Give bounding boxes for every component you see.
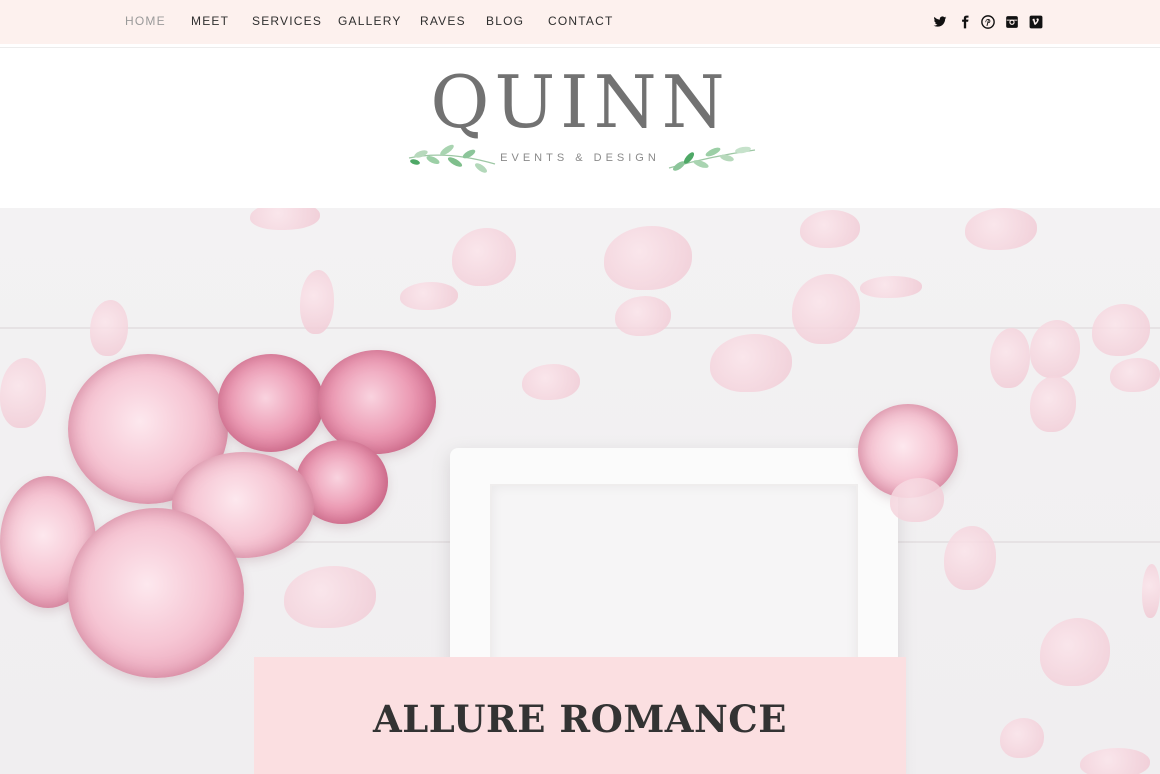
petal <box>944 526 996 590</box>
petal <box>0 358 46 428</box>
header-divider <box>0 47 1160 48</box>
petal <box>1080 748 1150 774</box>
facebook-icon[interactable] <box>957 13 973 31</box>
petal <box>890 478 944 522</box>
petal <box>90 300 128 356</box>
petal <box>452 228 516 286</box>
nav-item-services[interactable]: SERVICES <box>252 14 322 28</box>
nav-item-raves[interactable]: RAVES <box>420 14 466 28</box>
petal <box>860 276 922 298</box>
hero-title: ALLURE ROMANCE <box>373 697 787 741</box>
rose <box>318 350 436 454</box>
nav-item-blog[interactable]: BLOG <box>486 14 524 28</box>
petal <box>1040 618 1110 686</box>
petal <box>250 208 320 230</box>
site-logo[interactable]: QUINN EVENTS & DESIGN <box>405 60 756 185</box>
petal <box>792 274 860 344</box>
nav-item-contact[interactable]: CONTACT <box>548 14 614 28</box>
petal <box>990 328 1030 388</box>
leaf-decoration-right-icon <box>668 146 756 171</box>
nav-item-meet[interactable]: MEET <box>191 14 229 28</box>
rose <box>68 508 244 678</box>
twitter-icon[interactable] <box>932 13 948 31</box>
petal <box>710 334 792 392</box>
vimeo-icon[interactable] <box>1028 13 1044 31</box>
hero-image: ALLURE ROMANCE <box>0 208 1160 774</box>
petal <box>1110 358 1160 392</box>
nav-item-home[interactable]: HOME <box>125 14 166 28</box>
petal <box>522 364 580 400</box>
petal <box>1142 564 1160 618</box>
petal <box>1092 304 1150 356</box>
petal <box>1030 376 1076 432</box>
petal <box>965 208 1037 250</box>
top-navigation-bar: HOME MEET SERVICES GALLERY RAVES BLOG CO… <box>0 0 1160 44</box>
instagram-icon[interactable] <box>1004 13 1020 31</box>
wood-plank-line <box>0 327 1160 329</box>
petal <box>284 566 376 628</box>
petal <box>400 282 458 310</box>
logo-name: QUINN <box>430 60 730 144</box>
social-links <box>932 13 1046 31</box>
petal <box>604 226 692 290</box>
pinterest-icon[interactable] <box>980 13 996 31</box>
petal <box>615 296 671 336</box>
rose <box>218 354 324 452</box>
hero-banner: ALLURE ROMANCE <box>254 657 906 774</box>
petal <box>800 210 860 248</box>
nav-item-gallery[interactable]: GALLERY <box>338 14 402 28</box>
petal <box>300 270 334 334</box>
petal <box>1000 718 1044 758</box>
petal <box>1030 320 1080 378</box>
